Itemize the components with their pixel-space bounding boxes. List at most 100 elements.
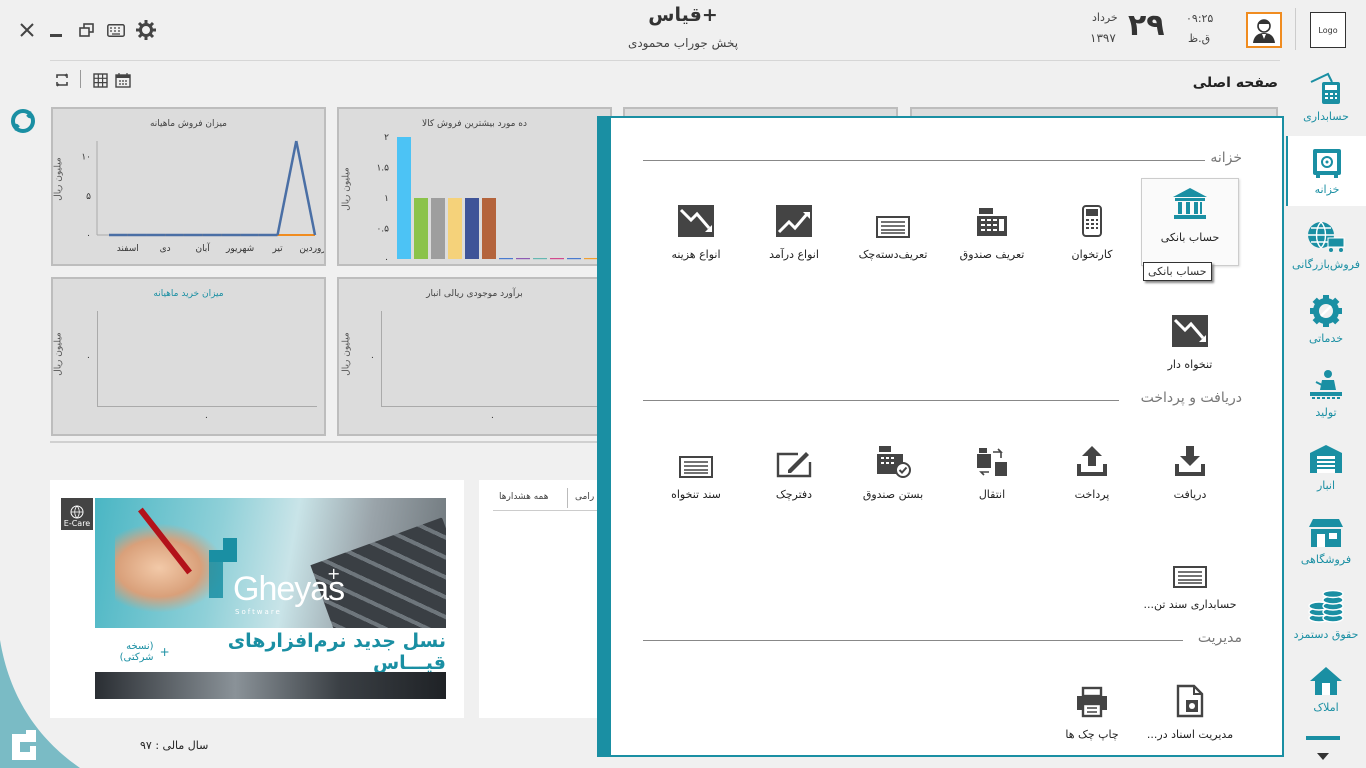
restore-icon [78,22,94,37]
month-label: خرداد [1092,11,1118,24]
company-logo: Logo [1310,12,1346,48]
menu-item[interactable]: بستن صندوق [844,436,942,501]
x-axis [97,406,317,407]
user-avatar[interactable] [1246,12,1282,48]
menu-item[interactable]: دفترچک [745,436,843,501]
menu-item[interactable]: حسابداری سند تن... [1141,546,1239,611]
tab-all-alerts[interactable]: همه هشدارها [499,492,548,502]
tab-underline [493,510,609,511]
bar [448,198,462,259]
sidebar-item-treasury[interactable]: خزانه [1286,136,1366,206]
sidebar-item-label: انبار [1316,478,1336,492]
menu-item[interactable]: کارتخوان [1043,196,1141,261]
series-segment [276,140,298,236]
refresh-button[interactable] [49,67,75,93]
document-management-icon [1141,676,1239,718]
promo-banner[interactable]: E-Care Gheyas + Software نسل جدید نرم‌اف… [50,480,464,718]
menu-item-label: تنخواه دار [1167,358,1213,371]
bar [567,258,581,260]
settings-button[interactable] [133,17,159,43]
line-chart-svg: ۰ ۵ ۱۰ فروردین تیر شهریور آبان دی اسفند [81,140,324,254]
slogan-plus: + [159,645,170,659]
bank-icon [1142,179,1238,221]
sidebar-item-label: تولید [1315,405,1337,419]
sync-button[interactable] [9,107,37,135]
calculator-icon [1310,72,1340,104]
expense-icon [647,196,745,238]
slogan-note: (نسخه شرکتی) [119,641,154,663]
menu-item-label: سند تنخواه [671,488,721,501]
monthly-sales-chart[interactable]: میزان فروش ماهیانه میلیون ریال ۰۵۱۰فرورد… [51,107,326,266]
sidebar-item-commerce[interactable]: فروش‌بازرگانی [1286,210,1366,280]
close-button[interactable] [14,17,40,43]
x-tick-label: آبان [195,242,210,254]
ecare-badge[interactable]: E-Care [61,498,93,530]
dashboard-divider [50,441,610,443]
inventory-value-chart[interactable]: برآورد موجودی ریالی انبار میلیون ریال ۰ … [337,277,612,436]
sidebar-item-warehouse[interactable]: انبار [1286,432,1366,502]
section-rule [643,160,1205,161]
close-icon [20,23,34,37]
receive-icon [1141,436,1239,478]
menu-item[interactable]: چاپ چک ها [1043,676,1141,741]
keyboard-button[interactable] [103,17,129,43]
menu-item[interactable]: تنخواه دار [1141,306,1239,371]
menu-item[interactable]: دریافت [1141,436,1239,501]
menu-item[interactable]: انواع درآمد [745,196,843,261]
sidebar-item-store[interactable]: فروشگاهی [1286,506,1366,576]
menu-item-label: تعریف‌دسته‌چک [858,248,928,261]
bar [414,198,428,259]
sidebar-item-real-estate[interactable]: املاک [1286,654,1366,724]
coins-icon [1308,589,1344,623]
menu-item[interactable]: حساب بانکی [1141,178,1239,266]
globe-icon [70,505,84,519]
sync-icon [11,109,35,133]
sidebar-item-payroll[interactable]: حقوق دستمزد [1286,580,1366,650]
menu-item[interactable]: پرداخت [1043,436,1141,501]
checkbook-icon [844,196,942,238]
page-title: صفحه اصلی [1192,75,1278,91]
menu-item[interactable]: تعریف‌دسته‌چک [844,196,942,261]
calendar-button[interactable] [110,67,136,93]
section-title: دریافت و پرداخت [1140,390,1242,406]
menu-item[interactable]: سند تنخواه [647,436,745,501]
y-tick-label: ۰ [86,231,91,241]
sidebar-item-services[interactable]: خدماتی [1286,284,1366,354]
menu-item-label: دریافت [1173,488,1207,501]
sidebar-item-accounting[interactable]: حسابداری [1286,62,1366,132]
globe-cart-icon [1308,221,1345,252]
tab-second[interactable]: رامی [575,492,594,502]
chevron-down-icon[interactable] [1316,752,1330,762]
chart-title: برآورد موجودی ریالی انبار [426,289,523,299]
voucher-accounting-icon [1141,546,1239,588]
transfer-icon [943,436,1041,478]
menu-item[interactable]: انتقال [943,436,1041,501]
refresh-icon [56,73,68,87]
restore-button[interactable] [73,17,99,43]
bar [584,258,598,260]
gear-wrench-icon [1310,294,1342,327]
cash-register-icon [943,196,1041,238]
income-icon [745,196,843,238]
menu-item[interactable]: مدیریت اسناد در... [1141,676,1239,741]
bar [533,258,547,260]
menu-item[interactable]: انواع هزینه [647,196,745,261]
top-products-chart[interactable]: ده مورد بیشترین فروش کالا میلیون ریال ۰۰… [337,107,612,266]
sidebar-item-label: حقوق دستمزد [1293,627,1359,641]
y-tick-label: ۱ [384,194,389,204]
header-separator [50,60,1280,61]
monthly-purchase-chart[interactable]: میزان خرید ماهیانه میلیون ریال ۰ ۰ [51,277,326,436]
brand-g-icon [12,730,36,760]
header-divider [1295,8,1296,50]
petty-cash-voucher-icon [647,436,745,478]
minimize-button[interactable] [43,17,69,43]
menu-item-label: تعریف صندوق [959,248,1025,261]
sidebar-more-handle[interactable] [1306,736,1340,740]
close-cashbox-icon [844,436,942,478]
y-axis-label: میلیون ریال [53,332,64,376]
store-icon [1309,518,1343,547]
menu-item[interactable]: تعریف صندوق [943,196,1041,261]
y-tick-label: ۰ [384,255,389,264]
day-number: ۲۹ [1128,8,1165,43]
sidebar-item-production[interactable]: تولید [1286,358,1366,428]
